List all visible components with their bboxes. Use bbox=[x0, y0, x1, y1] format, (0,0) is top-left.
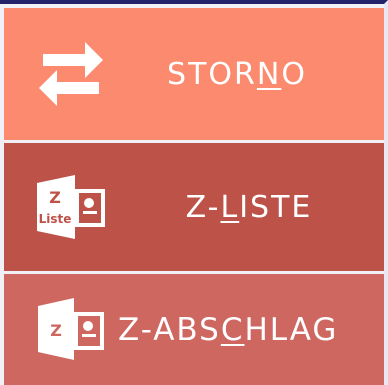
storno-label: STORNO bbox=[167, 56, 307, 92]
svg-text:Liste: Liste bbox=[39, 212, 72, 226]
z-liste-report-icon: Z Liste bbox=[28, 164, 114, 250]
z-liste-label: Z-LISTE bbox=[185, 189, 313, 225]
z-abschlag-label: Z-ABSCHLAG bbox=[118, 311, 339, 348]
storno-button[interactable]: STORNO bbox=[4, 8, 384, 140]
z-report-icon: Z bbox=[30, 287, 110, 373]
svg-text:Z: Z bbox=[49, 188, 61, 207]
z-abschlag-button[interactable]: Z Z-ABSCHLAG bbox=[4, 274, 384, 385]
z-liste-button[interactable]: Z Liste Z-LISTE bbox=[4, 143, 384, 271]
svg-text:Z: Z bbox=[50, 321, 62, 340]
pos-menu-panel: STORNO Z Liste Z-LISTE Z Z-ABSCHLAG bbox=[0, 0, 388, 385]
